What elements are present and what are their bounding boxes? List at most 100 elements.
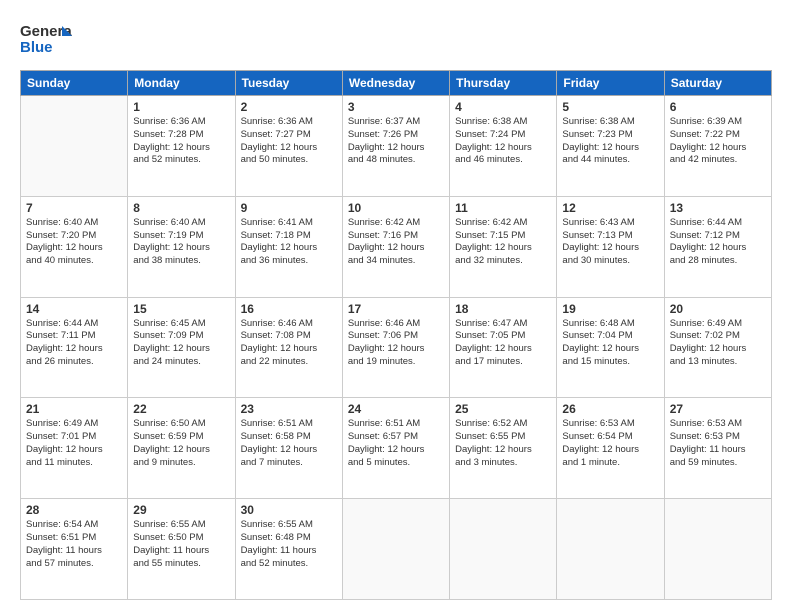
day-number: 7: [26, 201, 122, 215]
cell-line: Daylight: 12 hours: [133, 444, 229, 457]
cell-line: Sunrise: 6:49 AM: [26, 418, 122, 431]
day-number: 10: [348, 201, 444, 215]
calendar-cell: 29Sunrise: 6:55 AMSunset: 6:50 PMDayligh…: [128, 499, 235, 600]
cell-line: Daylight: 12 hours: [562, 343, 658, 356]
cell-line: Sunrise: 6:48 AM: [562, 318, 658, 331]
cell-line: Sunset: 7:23 PM: [562, 129, 658, 142]
calendar-cell: 9Sunrise: 6:41 AMSunset: 7:18 PMDaylight…: [235, 196, 342, 297]
cell-line: Sunrise: 6:39 AM: [670, 116, 766, 129]
cell-line: Sunrise: 6:36 AM: [241, 116, 337, 129]
cell-line: Daylight: 12 hours: [241, 444, 337, 457]
header-thursday: Thursday: [450, 71, 557, 96]
cell-line: Daylight: 11 hours: [670, 444, 766, 457]
calendar-cell: 28Sunrise: 6:54 AMSunset: 6:51 PMDayligh…: [21, 499, 128, 600]
cell-line: Daylight: 12 hours: [133, 242, 229, 255]
cell-line: and 3 minutes.: [455, 457, 551, 470]
calendar-cell: 18Sunrise: 6:47 AMSunset: 7:05 PMDayligh…: [450, 297, 557, 398]
cell-line: Sunset: 7:20 PM: [26, 230, 122, 243]
cell-line: Daylight: 12 hours: [241, 343, 337, 356]
cell-line: and 22 minutes.: [241, 356, 337, 369]
calendar-cell: 13Sunrise: 6:44 AMSunset: 7:12 PMDayligh…: [664, 196, 771, 297]
calendar-cell: 21Sunrise: 6:49 AMSunset: 7:01 PMDayligh…: [21, 398, 128, 499]
cell-line: and 15 minutes.: [562, 356, 658, 369]
cell-line: Daylight: 12 hours: [670, 343, 766, 356]
calendar-cell: 4Sunrise: 6:38 AMSunset: 7:24 PMDaylight…: [450, 96, 557, 197]
calendar-cell: 10Sunrise: 6:42 AMSunset: 7:16 PMDayligh…: [342, 196, 449, 297]
day-number: 19: [562, 302, 658, 316]
cell-line: Sunrise: 6:38 AM: [562, 116, 658, 129]
calendar-cell: [450, 499, 557, 600]
cell-line: Sunrise: 6:51 AM: [241, 418, 337, 431]
cell-line: and 17 minutes.: [455, 356, 551, 369]
cell-line: Daylight: 11 hours: [133, 545, 229, 558]
day-number: 28: [26, 503, 122, 517]
week-row-4: 21Sunrise: 6:49 AMSunset: 7:01 PMDayligh…: [21, 398, 772, 499]
day-number: 24: [348, 402, 444, 416]
header-monday: Monday: [128, 71, 235, 96]
calendar-cell: 11Sunrise: 6:42 AMSunset: 7:15 PMDayligh…: [450, 196, 557, 297]
day-number: 6: [670, 100, 766, 114]
day-number: 1: [133, 100, 229, 114]
cell-line: and 30 minutes.: [562, 255, 658, 268]
cell-line: Sunrise: 6:42 AM: [455, 217, 551, 230]
day-number: 13: [670, 201, 766, 215]
calendar-cell: [342, 499, 449, 600]
day-number: 20: [670, 302, 766, 316]
cell-line: Sunrise: 6:47 AM: [455, 318, 551, 331]
cell-line: Sunset: 7:06 PM: [348, 330, 444, 343]
calendar-cell: 15Sunrise: 6:45 AMSunset: 7:09 PMDayligh…: [128, 297, 235, 398]
cell-line: and 48 minutes.: [348, 154, 444, 167]
day-number: 22: [133, 402, 229, 416]
cell-line: and 13 minutes.: [670, 356, 766, 369]
cell-line: Sunset: 7:02 PM: [670, 330, 766, 343]
cell-line: Daylight: 12 hours: [26, 343, 122, 356]
day-number: 27: [670, 402, 766, 416]
header-row: SundayMondayTuesdayWednesdayThursdayFrid…: [21, 71, 772, 96]
day-number: 30: [241, 503, 337, 517]
cell-line: Daylight: 12 hours: [455, 444, 551, 457]
calendar-cell: 1Sunrise: 6:36 AMSunset: 7:28 PMDaylight…: [128, 96, 235, 197]
cell-line: Sunset: 7:04 PM: [562, 330, 658, 343]
cell-line: and 46 minutes.: [455, 154, 551, 167]
cell-line: Daylight: 12 hours: [348, 343, 444, 356]
day-number: 17: [348, 302, 444, 316]
cell-line: Daylight: 12 hours: [562, 242, 658, 255]
day-number: 11: [455, 201, 551, 215]
cell-line: Daylight: 12 hours: [670, 142, 766, 155]
calendar-cell: 25Sunrise: 6:52 AMSunset: 6:55 PMDayligh…: [450, 398, 557, 499]
calendar-cell: 26Sunrise: 6:53 AMSunset: 6:54 PMDayligh…: [557, 398, 664, 499]
header-tuesday: Tuesday: [235, 71, 342, 96]
cell-line: Daylight: 11 hours: [26, 545, 122, 558]
cell-line: Sunrise: 6:45 AM: [133, 318, 229, 331]
day-number: 15: [133, 302, 229, 316]
cell-line: Sunrise: 6:54 AM: [26, 519, 122, 532]
cell-line: Sunset: 6:53 PM: [670, 431, 766, 444]
svg-text:Blue: Blue: [20, 39, 53, 56]
cell-line: Sunset: 7:09 PM: [133, 330, 229, 343]
calendar-cell: 24Sunrise: 6:51 AMSunset: 6:57 PMDayligh…: [342, 398, 449, 499]
cell-line: Sunset: 7:27 PM: [241, 129, 337, 142]
header-sunday: Sunday: [21, 71, 128, 96]
calendar-cell: 27Sunrise: 6:53 AMSunset: 6:53 PMDayligh…: [664, 398, 771, 499]
day-number: 4: [455, 100, 551, 114]
cell-line: and 36 minutes.: [241, 255, 337, 268]
cell-line: Sunrise: 6:44 AM: [26, 318, 122, 331]
cell-line: Daylight: 12 hours: [455, 343, 551, 356]
cell-line: Sunrise: 6:55 AM: [241, 519, 337, 532]
cell-line: Sunset: 6:58 PM: [241, 431, 337, 444]
header-friday: Friday: [557, 71, 664, 96]
cell-line: Daylight: 12 hours: [562, 142, 658, 155]
cell-line: Sunset: 7:24 PM: [455, 129, 551, 142]
cell-line: Sunset: 6:55 PM: [455, 431, 551, 444]
cell-line: Sunrise: 6:38 AM: [455, 116, 551, 129]
calendar-cell: 5Sunrise: 6:38 AMSunset: 7:23 PMDaylight…: [557, 96, 664, 197]
cell-line: Sunset: 7:05 PM: [455, 330, 551, 343]
cell-line: and 59 minutes.: [670, 457, 766, 470]
day-number: 8: [133, 201, 229, 215]
cell-line: Sunset: 6:50 PM: [133, 532, 229, 545]
cell-line: Sunrise: 6:46 AM: [348, 318, 444, 331]
calendar-cell: 6Sunrise: 6:39 AMSunset: 7:22 PMDaylight…: [664, 96, 771, 197]
cell-line: and 19 minutes.: [348, 356, 444, 369]
calendar-cell: 2Sunrise: 6:36 AMSunset: 7:27 PMDaylight…: [235, 96, 342, 197]
cell-line: and 32 minutes.: [455, 255, 551, 268]
